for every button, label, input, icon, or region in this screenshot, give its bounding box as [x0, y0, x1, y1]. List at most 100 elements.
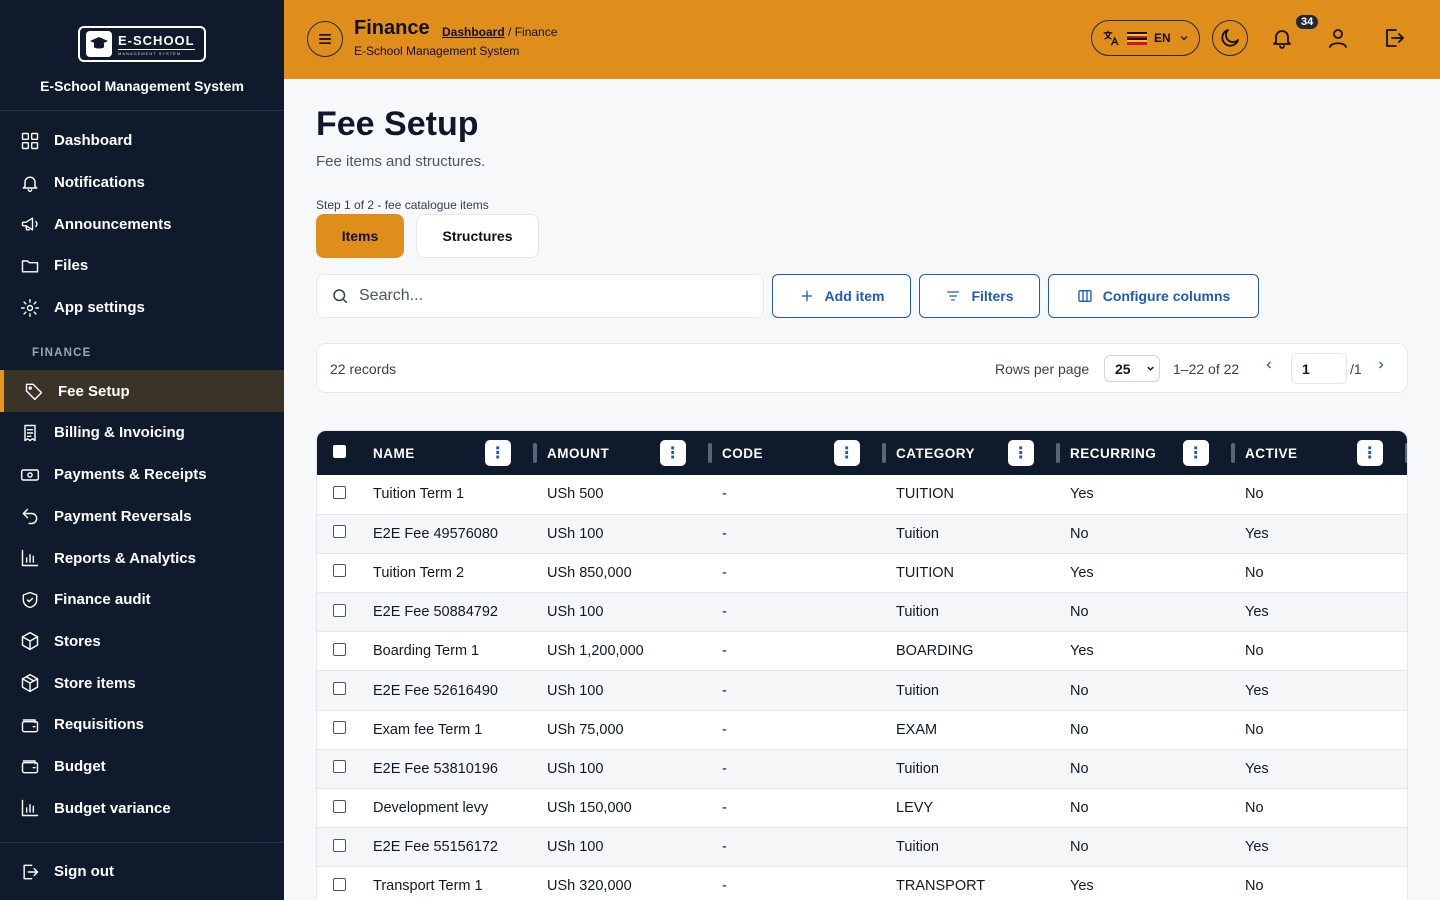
sidebar-item-billing-invoicing[interactable]: Billing & Invoicing: [0, 412, 284, 454]
cell-active: No: [1235, 788, 1407, 829]
row-checkbox[interactable]: [333, 799, 346, 813]
search-input[interactable]: [359, 287, 739, 305]
column-menu-button[interactable]: ⋮: [485, 440, 511, 466]
select-all-checkbox[interactable]: [333, 445, 346, 458]
column-menu-button[interactable]: ⋮: [1357, 440, 1383, 466]
sidebar-item-label: Announcements: [54, 215, 172, 233]
column-menu-button[interactable]: ⋮: [1183, 440, 1209, 466]
row-checkbox[interactable]: [333, 485, 346, 499]
tab-items[interactable]: Items: [316, 214, 404, 258]
column-label: RECURRING: [1070, 445, 1157, 461]
table-row[interactable]: E2E Fee 50884792 USh 100- Tuition No Yes: [317, 592, 1407, 633]
column-header-name: NAME ⋮: [363, 431, 537, 475]
cell-active: Yes: [1235, 749, 1407, 790]
table-row[interactable]: Boarding Term 1 USh 1,200,000- BOARDING Yes…: [317, 631, 1407, 672]
sign-out-icon: [23, 864, 39, 879]
column-label: NAME: [373, 445, 415, 461]
hamburger-icon: [319, 34, 331, 44]
row-checkbox[interactable]: [333, 564, 346, 578]
next-page-button[interactable]: [1375, 358, 1387, 374]
sidebar-item-files[interactable]: Files: [0, 245, 284, 287]
row-checkbox[interactable]: [333, 838, 346, 852]
graduation-cap-icon: [86, 31, 112, 57]
row-checkbox[interactable]: [333, 721, 346, 735]
cell-recurring: No: [1060, 749, 1235, 790]
previous-page-button[interactable]: [1263, 358, 1275, 374]
breadcrumb-separator: /: [504, 25, 515, 39]
table-row[interactable]: E2E Fee 55156172 USh 100- Tuition No Yes: [317, 827, 1407, 868]
sign-out-button[interactable]: Sign out: [0, 842, 284, 900]
chevron-left-icon: [1266, 361, 1271, 369]
table-row[interactable]: Exam fee Term 1 USh 75,000- EXAM No No: [317, 710, 1407, 750]
column-menu-button[interactable]: ⋮: [834, 440, 860, 466]
sidebar-item-dashboard[interactable]: Dashboard: [0, 120, 284, 162]
sidebar-item-label: Budget variance: [54, 799, 171, 817]
sidebar-item-payment-reversals[interactable]: Payment Reversals: [0, 496, 284, 538]
row-select-cell: [317, 553, 363, 594]
row-select-cell: [317, 475, 363, 515]
table-row[interactable]: E2E Fee 49576080 USh 100- Tuition No Yes: [317, 514, 1407, 554]
notifications-button[interactable]: [1264, 20, 1300, 56]
row-select-cell: [317, 827, 363, 868]
sidebar-item-announcements[interactable]: Announcements: [0, 203, 284, 245]
sidebar-item-label: Notifications: [54, 174, 145, 192]
column-header-code: CODE ⋮: [712, 431, 886, 475]
breadcrumb-link-dashboard[interactable]: Dashboard: [442, 25, 505, 39]
sidebar-item-reports-analytics[interactable]: Reports & Analytics: [0, 537, 284, 579]
table-row[interactable]: Development levy USh 150,000- LEVY No No: [317, 788, 1407, 829]
sidebar-item-stores[interactable]: Stores: [0, 621, 284, 663]
cell-category: TUITION: [886, 553, 1060, 594]
cell-active: Yes: [1235, 670, 1407, 711]
column-header-recurring: RECURRING ⋮: [1060, 431, 1235, 475]
column-menu-button[interactable]: ⋮: [1008, 440, 1034, 466]
table-row[interactable]: Tuition Term 2 USh 850,000- TUITION Yes No: [317, 553, 1407, 594]
table-row[interactable]: E2E Fee 53810196 USh 100- Tuition No Yes: [317, 749, 1407, 790]
table-row[interactable]: E2E Fee 52616490 USh 100- Tuition No Yes: [317, 670, 1407, 711]
row-checkbox[interactable]: [333, 525, 346, 539]
filters-button[interactable]: Filters: [919, 274, 1040, 318]
column-menu-button[interactable]: ⋮: [660, 440, 686, 466]
cell-amount: USh 100: [537, 749, 712, 790]
sidebar-item-requisitions[interactable]: Requisitions: [0, 704, 284, 746]
language-selector[interactable]: EN: [1091, 20, 1200, 56]
cell-code: -: [712, 710, 886, 750]
sidebar-item-finance-audit[interactable]: Finance audit: [0, 579, 284, 621]
column-label: AMOUNT: [547, 445, 610, 461]
sidebar-item-payments-receipts[interactable]: Payments & Receipts: [0, 454, 284, 496]
add-item-button[interactable]: Add item: [772, 274, 911, 318]
sidebar-main-nav: Dashboard Notifications Announcements Fi…: [0, 120, 284, 328]
sidebar-item-app-settings[interactable]: App settings: [0, 287, 284, 329]
row-checkbox[interactable]: [333, 642, 346, 656]
row-checkbox[interactable]: [333, 877, 346, 891]
page-number-input[interactable]: 1: [1291, 353, 1347, 384]
column-resize-handle[interactable]: [1405, 443, 1407, 463]
plus-icon: [801, 290, 812, 302]
header-title: Finance: [354, 17, 430, 39]
money-icon: [20, 468, 40, 481]
table-row[interactable]: Tuition Term 1 USh 500- TUITION Yes No: [317, 475, 1407, 515]
sidebar-item-notifications[interactable]: Notifications: [0, 162, 284, 204]
logout-button[interactable]: [1376, 20, 1412, 56]
sidebar-item-store-items[interactable]: Store items: [0, 662, 284, 704]
row-checkbox[interactable]: [333, 603, 346, 617]
sidebar-item-label: Stores: [54, 632, 101, 650]
menu-toggle-button[interactable]: [307, 21, 343, 57]
row-checkbox[interactable]: [333, 682, 346, 696]
cell-active: No: [1235, 631, 1407, 672]
cell-name: E2E Fee 50884792: [363, 592, 537, 633]
tab-structures[interactable]: Structures: [416, 214, 539, 258]
table-row[interactable]: Transport Term 1 USh 320,000- TRANSPORT Yes…: [317, 866, 1407, 900]
theme-toggle-button[interactable]: [1212, 20, 1248, 56]
profile-button[interactable]: [1320, 20, 1356, 56]
cell-active: Yes: [1235, 592, 1407, 633]
row-checkbox[interactable]: [333, 760, 346, 774]
sidebar-item-label: Requisitions: [54, 716, 145, 734]
configure-columns-button[interactable]: Configure columns: [1048, 274, 1259, 318]
cell-category: BOARDING: [886, 631, 1060, 672]
sidebar-item-fee-setup[interactable]: Fee Setup: [0, 370, 284, 413]
sidebar-item-budget[interactable]: Budget: [0, 746, 284, 788]
sidebar-item-label: Fee Setup: [58, 382, 130, 400]
rows-per-page-select[interactable]: 25: [1104, 355, 1160, 382]
search-icon: [333, 289, 348, 304]
sidebar-item-budget-variance[interactable]: Budget variance: [0, 787, 284, 829]
